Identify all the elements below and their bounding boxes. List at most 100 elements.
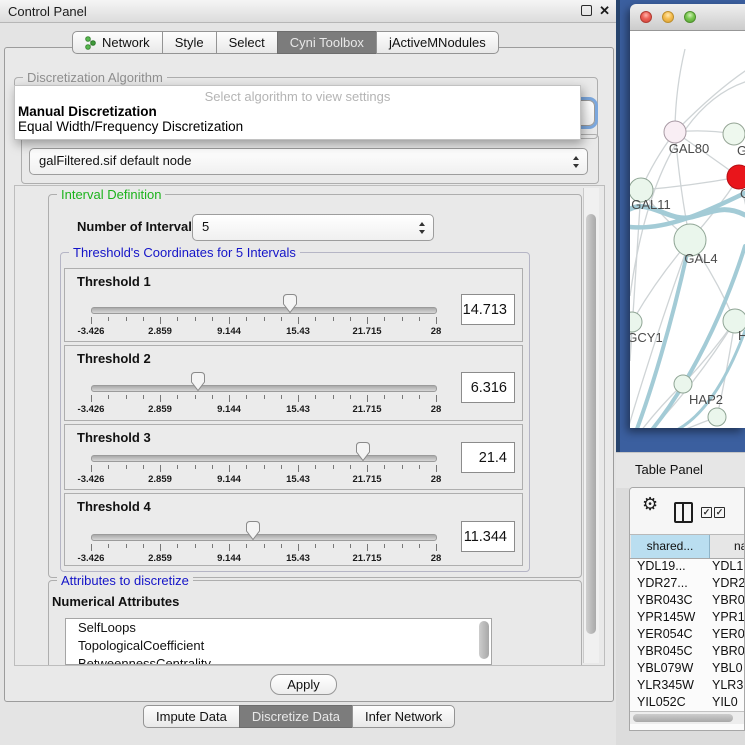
network-node[interactable] bbox=[708, 408, 726, 426]
tick-label: 2.859 bbox=[148, 474, 172, 485]
cell-name: YBL0 bbox=[712, 661, 743, 675]
threshold-panel: Threshold 4-3.4262.8599.14415.4321.71528… bbox=[64, 493, 523, 566]
tick-label: 9.144 bbox=[217, 474, 241, 485]
table-row[interactable]: YIL052CYIL0 bbox=[630, 694, 744, 711]
column-header-shared-name[interactable]: shared... bbox=[631, 535, 710, 558]
control-panel-title: Control Panel bbox=[8, 4, 87, 19]
split-columns-icon[interactable] bbox=[674, 502, 693, 523]
table-panel-titlebar: Table Panel bbox=[616, 452, 745, 488]
apply-button[interactable]: Apply bbox=[270, 674, 337, 695]
table-row[interactable]: YER054CYER0 bbox=[630, 626, 744, 643]
numerical-attributes-list[interactable]: SelfLoopsTopologicalCoefficientBetweenne… bbox=[65, 618, 492, 665]
slider-ticks bbox=[91, 465, 436, 473]
horizontal-scrollbar[interactable] bbox=[630, 711, 744, 724]
table-row[interactable]: YPR145WYPR1 bbox=[630, 609, 744, 626]
network-node[interactable] bbox=[674, 375, 692, 393]
table-row[interactable]: YBR043CYBR0 bbox=[630, 592, 744, 609]
cell-shared-name: YPR145W bbox=[637, 610, 695, 624]
table-row[interactable]: YLR345WYLR3 bbox=[630, 677, 744, 694]
table-row[interactable]: YDR27...YDR2 bbox=[630, 575, 744, 592]
cell-shared-name: YBR043C bbox=[637, 593, 693, 607]
tick-label: 2.859 bbox=[148, 326, 172, 337]
table-header-row: shared... na bbox=[630, 534, 744, 559]
threshold-value-field[interactable]: 21.4 bbox=[461, 442, 515, 473]
network-node[interactable] bbox=[630, 312, 642, 332]
network-node-label: H bbox=[738, 328, 745, 343]
slider-tick-labels: -3.4262.8599.14415.4321.71528 bbox=[91, 474, 436, 486]
number-of-intervals-combobox[interactable]: 5 bbox=[192, 214, 434, 241]
cell-shared-name: YLR345W bbox=[637, 678, 694, 692]
network-node-label: GAL4 bbox=[684, 251, 717, 266]
threshold-value-field[interactable]: 11.344 bbox=[461, 521, 515, 552]
tab-network[interactable]: Network bbox=[72, 31, 163, 54]
table-data-value: galFiltered.sif default node bbox=[39, 153, 191, 168]
network-node-label: GCY1 bbox=[630, 330, 663, 345]
cell-shared-name: YDL19... bbox=[637, 559, 686, 573]
tab-select[interactable]: Select bbox=[216, 31, 278, 54]
threshold-value-field[interactable]: 14.713 bbox=[461, 294, 515, 325]
tab-discretize-data[interactable]: Discretize Data bbox=[239, 705, 353, 728]
table-row[interactable]: YDL19...YDL1 bbox=[630, 558, 744, 575]
slider-thumb[interactable] bbox=[282, 293, 298, 314]
close-traffic-light[interactable] bbox=[640, 11, 652, 23]
list-item[interactable]: SelfLoops bbox=[66, 619, 491, 637]
control-panel-window: Control Panel ✕ Network StyleSelectCyni T… bbox=[0, 0, 616, 745]
list-scrollbar-thumb[interactable] bbox=[479, 621, 489, 659]
network-node[interactable] bbox=[664, 121, 686, 143]
tab-impute-data[interactable]: Impute Data bbox=[143, 705, 240, 728]
algorithm-hint: Select algorithm to view settings bbox=[15, 89, 580, 104]
slider-thumb[interactable] bbox=[355, 441, 371, 462]
slider-tick-labels: -3.4262.8599.14415.4321.71528 bbox=[91, 404, 436, 416]
slider-track[interactable] bbox=[91, 534, 437, 541]
float-window-icon[interactable] bbox=[581, 5, 592, 16]
tick-label: 28 bbox=[431, 404, 442, 415]
tick-label: -3.426 bbox=[78, 553, 105, 564]
cyni-toolbox-panel: Discretization Algorithm Select algorith… bbox=[4, 47, 614, 702]
tab-infer-network[interactable]: Infer Network bbox=[352, 705, 455, 728]
tick-label: -3.426 bbox=[78, 404, 105, 415]
settings-scroll-area: Interval Definition Number of Intervals … bbox=[14, 185, 605, 666]
network-node-label: G. bbox=[737, 143, 745, 158]
checkbox-icon[interactable]: ✓ bbox=[701, 507, 712, 518]
table-data-combobox[interactable]: galFiltered.sif default node bbox=[29, 148, 588, 175]
vertical-scrollbar[interactable] bbox=[583, 188, 599, 663]
algorithm-dropdown-popup: Select algorithm to view settings Manual… bbox=[14, 85, 581, 140]
slider-thumb[interactable] bbox=[190, 371, 206, 392]
list-item[interactable]: BetweennessCentrality bbox=[66, 655, 491, 665]
slider-track[interactable] bbox=[91, 455, 437, 462]
tab-jactivemnodules[interactable]: jActiveMNodules bbox=[376, 31, 499, 54]
close-icon[interactable]: ✕ bbox=[599, 4, 610, 17]
slider-track[interactable] bbox=[91, 307, 437, 314]
network-icon bbox=[85, 36, 97, 50]
threshold-label: Threshold 3 bbox=[77, 430, 151, 445]
menu-item-manual-discretization[interactable]: Manual Discretization bbox=[18, 104, 157, 119]
cell-shared-name: YDR27... bbox=[637, 576, 688, 590]
slider-ticks bbox=[91, 395, 436, 403]
zoom-traffic-light[interactable] bbox=[684, 11, 696, 23]
slider-thumb[interactable] bbox=[245, 520, 261, 541]
vertical-scrollbar-thumb[interactable] bbox=[586, 214, 596, 634]
horizontal-scrollbar-thumb[interactable] bbox=[633, 714, 733, 722]
menu-item-equal-width-frequency[interactable]: Equal Width/Frequency Discretization bbox=[18, 119, 243, 134]
table-panel-title: Table Panel bbox=[635, 462, 703, 477]
network-node-label: HAP2 bbox=[689, 392, 723, 407]
gear-icon[interactable]: ⚙ bbox=[642, 494, 658, 515]
tab-cyni-toolbox[interactable]: Cyni Toolbox bbox=[277, 31, 377, 54]
list-item[interactable]: TopologicalCoefficient bbox=[66, 637, 491, 655]
thresholds-group-label: Threshold's Coordinates for 5 Intervals bbox=[69, 245, 300, 260]
checkbox-icon[interactable]: ✓ bbox=[714, 507, 725, 518]
slider-track[interactable] bbox=[91, 385, 437, 392]
tick-label: 15.43 bbox=[286, 474, 310, 485]
threshold-value-field[interactable]: 6.316 bbox=[461, 372, 515, 403]
tab-style[interactable]: Style bbox=[162, 31, 217, 54]
tab-label: Network bbox=[102, 34, 150, 51]
cell-shared-name: YER054C bbox=[637, 627, 693, 641]
table-row[interactable]: YBR045CYBR0 bbox=[630, 643, 744, 660]
network-node-label: GAL80 bbox=[669, 141, 709, 156]
column-header-name[interactable]: na bbox=[710, 535, 744, 558]
minimize-traffic-light[interactable] bbox=[662, 11, 674, 23]
network-canvas[interactable]: GAL80G.CGAL11GAL4GCY1HHAP2 bbox=[630, 31, 745, 428]
table-row[interactable]: YBL079WYBL0 bbox=[630, 660, 744, 677]
tick-label: 21.715 bbox=[352, 404, 381, 415]
network-node[interactable] bbox=[723, 123, 745, 145]
